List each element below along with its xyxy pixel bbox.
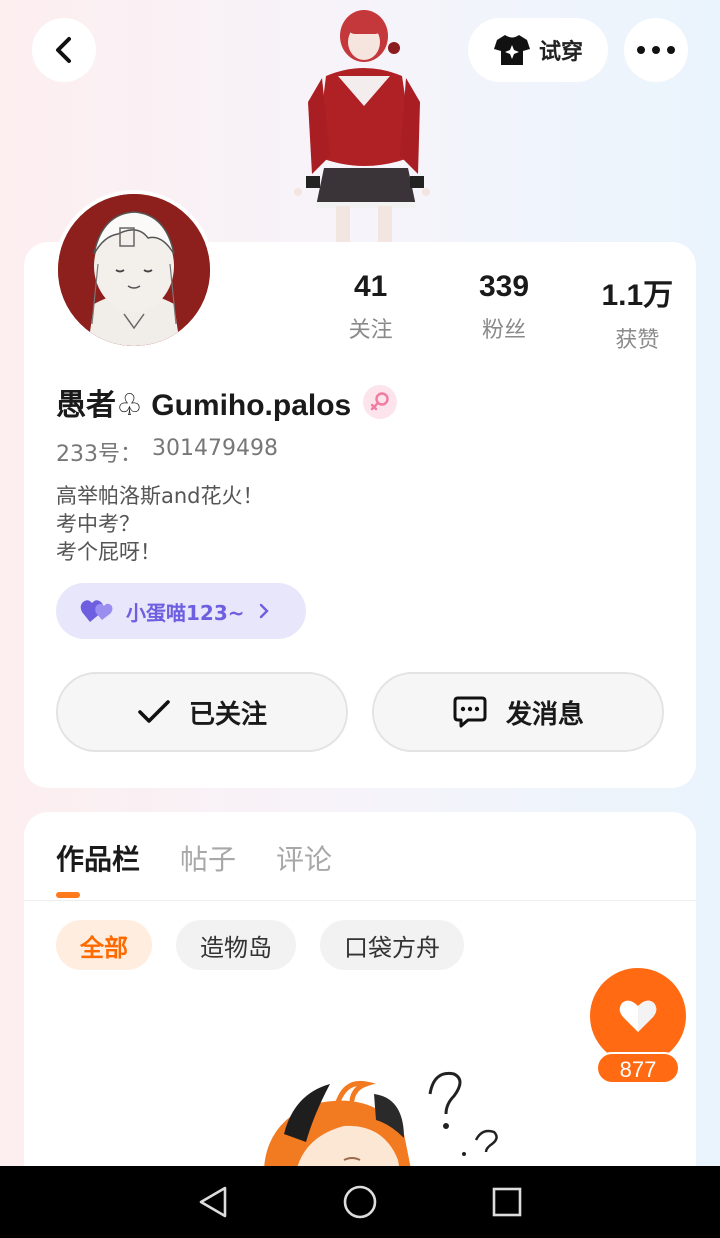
cp-tag[interactable]: 小蛋喵123~ [56,583,306,639]
stat-following-count: 41 [353,270,388,303]
more-horizontal-icon [637,46,675,54]
followed-label: 已关注 [188,699,267,730]
bio-line: 考个屁呀！ [56,540,161,564]
chip-all[interactable]: 全部 [56,920,152,970]
uid-label: 233号： [56,442,142,467]
stat-likes-label: 获赞 [615,328,660,353]
back-button[interactable] [32,18,96,82]
chip-creation-island[interactable]: 造物岛 [176,920,296,970]
female-icon [371,392,389,411]
uid-row[interactable]: 233号： 301479498 [56,436,278,468]
like-button[interactable] [590,968,686,1064]
bio: 高举帕洛斯and花火！ 考中考？ 考个屁呀！ [56,482,264,566]
chip-pocket-ark[interactable]: 口袋方舟 [320,920,464,970]
stat-followers-count: 339 [478,270,530,303]
bio-line: 高举帕洛斯and花火！ [56,484,264,508]
gender-badge [363,385,398,419]
chevron-left-icon [56,37,71,63]
send-message-button[interactable]: 发消息 [372,672,664,752]
send-message-label: 发消息 [505,699,584,730]
works-tabs: 作品栏 帖子 评论 [56,838,332,878]
home-circle-icon[interactable] [342,1184,378,1220]
username: 愚者♧ Gumiho.palos [56,389,352,422]
chat-bubble-icon [453,696,487,728]
cp-tag-name: 小蛋喵123~ [126,600,245,625]
recents-square-icon[interactable] [491,1186,523,1218]
uid-value: 301479498 [152,436,278,461]
like-count: 877 [596,1052,680,1084]
followed-button[interactable]: 已关注 [56,672,348,752]
stat-followers-label: 粉丝 [481,318,526,343]
checkmark-icon [138,700,170,723]
try-on-button[interactable]: 试穿 [468,18,608,82]
stat-likes-count: 1.1万 [601,279,674,312]
tab-posts[interactable]: 帖子 [180,838,236,878]
back-triangle-icon[interactable] [197,1185,229,1219]
more-options-button[interactable] [624,18,688,82]
shirt-sparkle-icon [493,35,530,65]
double-heart-icon [80,600,113,622]
bio-line: 考中考？ [56,512,140,536]
chevron-right-icon [259,603,269,619]
stat-following[interactable]: 41 关注 [304,270,437,354]
stat-followers[interactable]: 339 粉丝 [437,270,570,354]
filter-chips: 全部 造物岛 口袋方舟 [56,920,464,970]
stat-likes[interactable]: 1.1万 获赞 [571,270,704,354]
try-on-label: 试穿 [538,40,583,65]
stat-following-label: 关注 [348,318,393,343]
profile-stats: 41 关注 339 粉丝 1.1万 获赞 [304,270,704,354]
tab-comments[interactable]: 评论 [276,838,332,878]
tab-works[interactable]: 作品栏 [56,838,140,878]
avatar[interactable] [54,190,214,350]
avatar-3d-character [286,6,446,242]
tab-active-indicator [56,892,80,898]
heart-icon [619,1000,657,1032]
username-row: 愚者♧ Gumiho.palos [56,380,398,424]
system-nav-bar [0,1166,720,1238]
divider [24,900,696,901]
